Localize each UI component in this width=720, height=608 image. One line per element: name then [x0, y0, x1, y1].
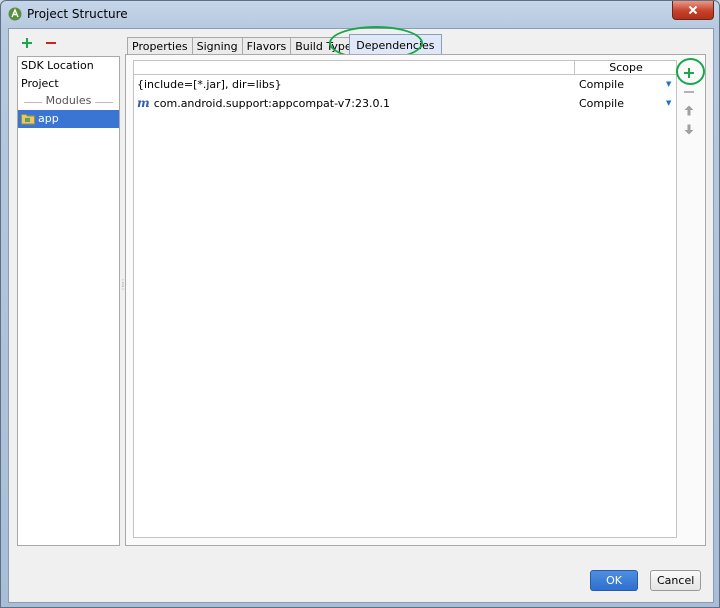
- plus-icon: [684, 67, 694, 78]
- move-up-button[interactable]: [678, 101, 700, 120]
- table-row[interactable]: {include=[*.jar], dir=libs} Compile ▼: [134, 75, 676, 94]
- dependency-name: {include=[*.jar], dir=libs}: [137, 75, 282, 94]
- android-studio-icon: [8, 7, 22, 21]
- dependency-name: m com.android.support:appcompat-v7:23.0.…: [137, 94, 390, 113]
- window-title: Project Structure: [27, 7, 128, 21]
- close-icon: [688, 5, 698, 15]
- table-row[interactable]: m com.android.support:appcompat-v7:23.0.…: [134, 94, 676, 113]
- dependencies-table: Scope {include=[*.jar], dir=libs} Compil…: [133, 60, 677, 538]
- plus-icon: [22, 38, 32, 48]
- structure-list: SDK Location Project Modules app: [17, 56, 120, 546]
- close-button[interactable]: [672, 1, 714, 20]
- list-item-module-app[interactable]: app: [18, 110, 119, 128]
- arrow-down-icon: [684, 124, 694, 135]
- modules-toolbar: [19, 35, 59, 55]
- minus-icon: [46, 42, 56, 44]
- module-label: app: [38, 112, 59, 125]
- scope-dropdown-icon[interactable]: ▼: [666, 75, 671, 94]
- cancel-button[interactable]: Cancel: [650, 570, 701, 591]
- dialog-content: SDK Location Project Modules app ⋮ ⋮ Prop…: [8, 26, 714, 603]
- remove-module-button[interactable]: [43, 35, 59, 51]
- dependencies-panel: Scope {include=[*.jar], dir=libs} Compil…: [125, 54, 706, 546]
- modules-section-header: Modules: [18, 94, 119, 110]
- splitter-handle[interactable]: ⋮ ⋮: [119, 279, 127, 295]
- minus-icon: [684, 90, 694, 93]
- tab-bar: Properties Signing Flavors Build Types D…: [127, 34, 442, 56]
- module-folder-icon: [21, 114, 35, 125]
- add-dependency-button[interactable]: [678, 63, 700, 82]
- table-header: Scope: [134, 61, 676, 75]
- project-structure-window: Project Structure SDK Location Project M…: [0, 0, 720, 608]
- dependencies-toolbar: [678, 63, 700, 139]
- move-down-button[interactable]: [678, 120, 700, 139]
- scope-dropdown-icon[interactable]: ▼: [666, 94, 671, 113]
- add-module-button[interactable]: [19, 35, 35, 51]
- column-header-scope[interactable]: Scope: [574, 61, 677, 74]
- dependency-name-text: com.android.support:appcompat-v7:23.0.1: [153, 97, 390, 110]
- remove-dependency-button[interactable]: [678, 82, 700, 101]
- ok-button[interactable]: OK: [590, 570, 638, 591]
- maven-icon: m: [137, 96, 150, 110]
- title-bar[interactable]: Project Structure: [1, 1, 719, 27]
- tab-dependencies[interactable]: Dependencies: [349, 34, 442, 56]
- list-item-sdk-location[interactable]: SDK Location: [18, 57, 119, 75]
- list-item-project[interactable]: Project: [18, 75, 119, 93]
- dependency-scope[interactable]: Compile: [579, 75, 624, 94]
- dependency-name-text: {include=[*.jar], dir=libs}: [137, 78, 282, 91]
- dependency-scope[interactable]: Compile: [579, 94, 624, 113]
- arrow-up-icon: [684, 105, 694, 116]
